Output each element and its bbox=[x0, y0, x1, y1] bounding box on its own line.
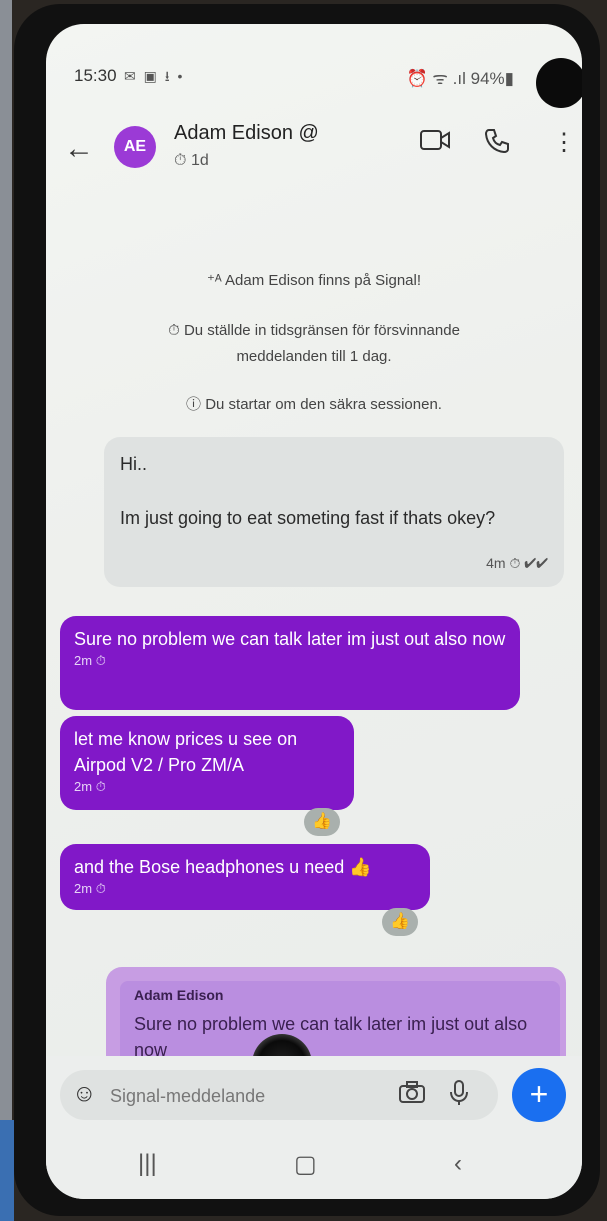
system-message-session: ⓘ Du startar om den säkra sessionen. bbox=[186, 396, 442, 413]
status-time: 15:30 bbox=[74, 66, 117, 85]
microphone-icon[interactable] bbox=[448, 1080, 470, 1113]
video-call-icon[interactable] bbox=[420, 128, 450, 159]
message-text: let me know prices u see on Airpod V2 / … bbox=[74, 729, 298, 775]
more-options-icon[interactable]: ⋮ bbox=[552, 128, 576, 157]
quote-author: Adam Edison bbox=[134, 987, 224, 1003]
message-input[interactable] bbox=[108, 1081, 372, 1111]
screen: 15:30 ✉ ▣ ⭳ • ⏰ ᯤ .ıl 94%▮ ← AE Adam Edi… bbox=[46, 24, 582, 1199]
conversation-header: ← AE Adam Edison @ ⏱ 1d ⋮ bbox=[46, 114, 582, 184]
left-background-strip bbox=[0, 0, 12, 1221]
timer-value: 1d bbox=[190, 152, 209, 169]
left-background-accent bbox=[0, 1120, 14, 1221]
recent-apps-icon[interactable]: ||| bbox=[138, 1150, 157, 1178]
reaction-badge[interactable]: 👍 bbox=[304, 808, 340, 836]
outgoing-message[interactable]: Sure no problem we can talk later im jus… bbox=[60, 616, 520, 710]
user-joined-icon: ⁺ᴬ bbox=[206, 272, 226, 289]
message-meta: 4m ⏱ ✔✔ bbox=[486, 555, 548, 571]
back-arrow-icon[interactable]: ← bbox=[64, 132, 94, 166]
read-receipt-icon: ✔✔ bbox=[524, 555, 548, 571]
disappearing-timer: ⏱ 1d bbox=[174, 152, 209, 170]
message-text: Hi.. Im just going to eat someting fast … bbox=[120, 454, 496, 528]
incoming-message[interactable]: Hi.. Im just going to eat someting fast … bbox=[104, 437, 564, 587]
system-message-joined: ⁺ᴬ Adam Edison finns på Signal! bbox=[206, 272, 421, 289]
message-meta: 2m ⏱ bbox=[74, 653, 106, 668]
message-composer: ☺ + bbox=[46, 1056, 582, 1136]
home-icon[interactable]: ▢ bbox=[294, 1150, 317, 1179]
message-text: Sure no problem we can talk later im jus… bbox=[74, 629, 506, 649]
contact-name-text: Adam Edison bbox=[174, 122, 293, 144]
status-bar: 15:30 ✉ ▣ ⭳ • ⏰ ᯤ .ıl 94%▮ bbox=[74, 64, 514, 90]
notification-icons: ✉ ▣ ⭳ • bbox=[124, 68, 185, 84]
timer-icon: ⏱ bbox=[174, 152, 187, 169]
reaction-badge[interactable]: 👍 bbox=[382, 908, 418, 936]
avatar[interactable]: AE bbox=[114, 126, 156, 168]
status-indicators: ⏰ ᯤ .ıl 94%▮ bbox=[406, 69, 514, 88]
punch-hole-camera bbox=[536, 58, 582, 108]
timer-icon: ⏱ bbox=[509, 555, 525, 571]
outgoing-message[interactable]: let me know prices u see on Airpod V2 / … bbox=[60, 716, 354, 810]
camera-icon[interactable] bbox=[398, 1080, 426, 1111]
composer-pill: ☺ bbox=[60, 1070, 498, 1120]
back-nav-icon[interactable]: ‹ bbox=[454, 1150, 462, 1178]
phone-call-icon[interactable] bbox=[484, 128, 510, 161]
timer-icon: ⏱ bbox=[95, 779, 106, 794]
timer-icon: ⏱ bbox=[168, 322, 184, 339]
message-meta: 2m ⏱ bbox=[74, 881, 106, 896]
phone-frame: 15:30 ✉ ▣ ⭳ • ⏰ ᯤ .ıl 94%▮ ← AE Adam Edi… bbox=[14, 4, 600, 1216]
message-meta: 2m ⏱ bbox=[74, 779, 106, 794]
emoji-icon[interactable]: ☺ bbox=[72, 1080, 97, 1108]
system-message-timer: ⏱ Du ställde in tidsgränsen för försvinn… bbox=[168, 322, 460, 365]
contact-name[interactable]: Adam Edison @ bbox=[174, 122, 319, 145]
timer-icon: ⏱ bbox=[95, 653, 106, 668]
info-icon: ⓘ bbox=[186, 396, 206, 413]
add-attachment-button[interactable]: + bbox=[512, 1068, 566, 1122]
system-navigation-bar: ||| ▢ ‹ bbox=[46, 1136, 582, 1199]
message-text: and the Bose headphones u need 👍 bbox=[74, 857, 372, 877]
contact-name-suffix: @ bbox=[298, 122, 319, 144]
timer-icon: ⏱ bbox=[95, 881, 106, 896]
outgoing-message[interactable]: and the Bose headphones u need 👍 2m ⏱ bbox=[60, 844, 430, 910]
